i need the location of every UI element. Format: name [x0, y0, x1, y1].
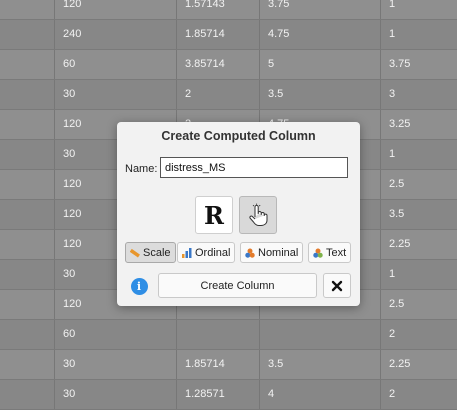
dialog-title: Create Computed Column	[161, 129, 316, 143]
table-cell[interactable]: 2.25	[381, 230, 457, 259]
table-cell[interactable]: 3.5	[260, 350, 381, 379]
table-cell[interactable]: 3.5	[381, 200, 457, 229]
table-cell[interactable]: 2.5	[381, 170, 457, 199]
table-cell[interactable]: 2	[381, 380, 457, 409]
text-type-button[interactable]: Text	[308, 242, 352, 263]
table-cell[interactable]: 1.85714	[177, 350, 260, 379]
table-cell[interactable]	[0, 260, 55, 289]
table-cell[interactable]	[0, 290, 55, 319]
nominal-label: Nominal	[258, 246, 299, 259]
create-column-label: Create Column	[200, 279, 275, 292]
table-cell[interactable]: 120	[55, 0, 177, 19]
drag-drop-button[interactable]	[239, 196, 277, 234]
table-cell[interactable]	[260, 320, 381, 349]
table-cell[interactable]: 30	[55, 380, 177, 409]
table-cell[interactable]: 3.75	[260, 0, 381, 19]
nominal-icon	[245, 248, 255, 258]
hand-pointer-icon	[249, 203, 268, 226]
info-button[interactable]: i	[125, 274, 153, 298]
table-cell[interactable]	[0, 50, 55, 79]
table-row[interactable]: 60 2	[0, 320, 457, 350]
table-cell[interactable]: 5	[260, 50, 381, 79]
table-cell[interactable]: 4.75	[260, 20, 381, 49]
r-label: R	[204, 200, 224, 230]
table-cell[interactable]: 3.85714	[177, 50, 260, 79]
table-row[interactable]: 30 2 3.5 3	[0, 80, 457, 110]
table-cell[interactable]: 1	[381, 20, 457, 49]
table-cell[interactable]	[0, 140, 55, 169]
table-cell[interactable]: 2	[381, 320, 457, 349]
table-cell[interactable]: 3	[381, 80, 457, 109]
table-row[interactable]: 30 1.85714 3.5 2.25	[0, 350, 457, 380]
table-cell[interactable]	[0, 380, 55, 409]
scale-label: Scale	[143, 246, 171, 259]
table-cell[interactable]: 60	[55, 50, 177, 79]
scale-type-button[interactable]: Scale	[125, 242, 176, 263]
table-cell[interactable]	[0, 350, 55, 379]
create-column-button[interactable]: Create Column	[158, 273, 317, 298]
table-cell[interactable]: 1.85714	[177, 20, 260, 49]
table-cell[interactable]: 1.57143	[177, 0, 260, 19]
table-row[interactable]: 120 1.57143 3.75 1	[0, 0, 457, 20]
text-label: Text	[326, 246, 347, 259]
table-cell[interactable]	[0, 320, 55, 349]
table-cell[interactable]: 3.5	[260, 80, 381, 109]
table-cell[interactable]: 4	[260, 380, 381, 409]
table-cell[interactable]: 1.28571	[177, 380, 260, 409]
table-cell[interactable]: 2	[177, 80, 260, 109]
ordinal-type-button[interactable]: Ordinal	[177, 242, 236, 263]
table-cell[interactable]	[0, 20, 55, 49]
table-cell[interactable]	[0, 200, 55, 229]
table-cell[interactable]	[0, 80, 55, 109]
table-cell[interactable]: 30	[55, 350, 177, 379]
table-cell[interactable]: 1	[381, 0, 457, 19]
r-code-button[interactable]: R	[195, 196, 233, 234]
table-cell[interactable]: 240	[55, 20, 177, 49]
close-icon	[331, 280, 343, 291]
bar-chart-icon	[182, 247, 192, 258]
table-row[interactable]: 30 1.28571 4 2	[0, 380, 457, 410]
table-row[interactable]: 60 3.85714 5 3.75	[0, 50, 457, 80]
ordinal-label: Ordinal	[195, 246, 231, 259]
table-cell[interactable]	[0, 0, 55, 19]
text-icon	[313, 248, 323, 258]
table-cell[interactable]: 1	[381, 260, 457, 289]
column-name-input[interactable]	[160, 157, 348, 178]
close-button[interactable]	[323, 273, 351, 298]
table-cell[interactable]	[177, 320, 260, 349]
table-cell[interactable]	[0, 170, 55, 199]
table-cell[interactable]: 2.25	[381, 350, 457, 379]
table-row[interactable]: 240 1.85714 4.75 1	[0, 20, 457, 50]
nominal-type-button[interactable]: Nominal	[240, 242, 304, 263]
create-computed-column-dialog: Create Computed Column Name: R Scale Ord…	[117, 122, 360, 306]
table-cell[interactable]: 30	[55, 80, 177, 109]
table-cell[interactable]	[0, 230, 55, 259]
table-cell[interactable]: 1	[381, 140, 457, 169]
name-label: Name:	[125, 163, 158, 175]
info-icon: i	[130, 277, 148, 295]
table-cell[interactable]: 3.75	[381, 50, 457, 79]
table-cell[interactable]: 3.25	[381, 110, 457, 139]
table-cell[interactable]: 60	[55, 320, 177, 349]
ruler-icon	[130, 248, 140, 258]
table-cell[interactable]	[0, 110, 55, 139]
table-cell[interactable]: 2.5	[381, 290, 457, 319]
